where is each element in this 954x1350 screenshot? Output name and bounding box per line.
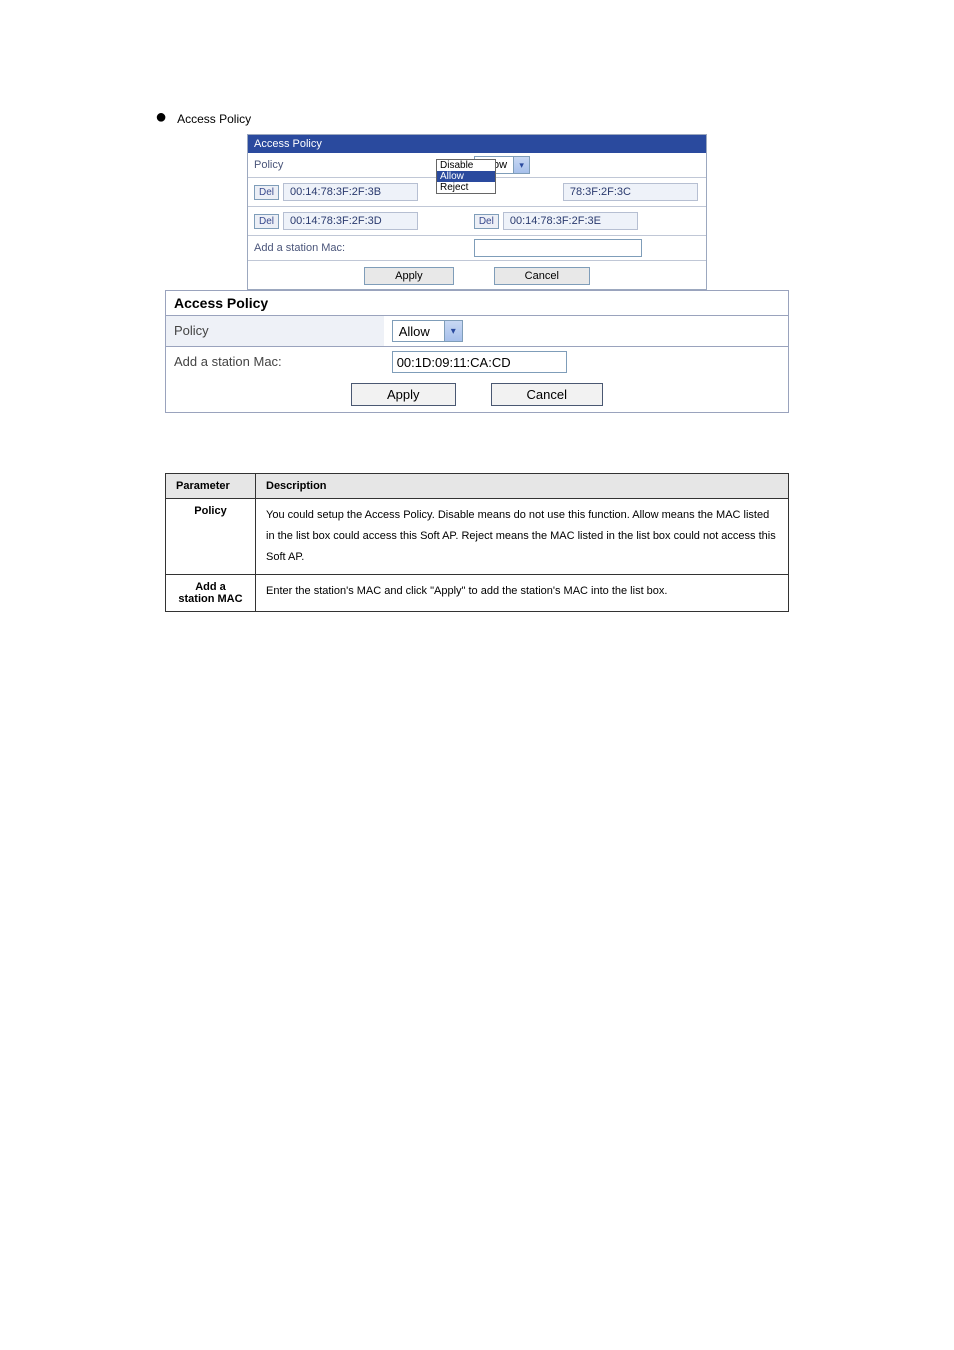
policy-option-reject[interactable]: Reject (437, 182, 495, 193)
desc-policy: You could setup the Access Policy. Disab… (256, 499, 789, 575)
del-button-3[interactable]: Del (254, 214, 279, 229)
del-button-1[interactable]: Del (254, 185, 279, 200)
cancel-button[interactable]: Cancel (494, 267, 590, 285)
apply-button[interactable]: Apply (364, 267, 454, 285)
panel-header: Access Policy (248, 135, 706, 153)
policy-option-disable[interactable]: Disable (437, 160, 495, 171)
access-policy-panel-1: Access Policy Policy Allow ▾ Disable All… (247, 134, 707, 290)
panel2-policy-select[interactable]: Allow ▾ (392, 320, 463, 342)
table-header-parameter: Parameter (166, 474, 256, 499)
panel2-add-label: Add a station Mac: (166, 347, 384, 377)
bullet-dot: ● (155, 110, 167, 124)
policy-label: Policy (248, 153, 468, 177)
table-row: Add a station MAC Enter the station's MA… (166, 574, 789, 611)
mac-entry-1: 00:14:78:3F:2F:3B (283, 183, 418, 201)
policy-dropdown-open[interactable]: Disable Allow Reject (436, 159, 496, 194)
mac-entry-3: 00:14:78:3F:2F:3D (283, 212, 418, 230)
panel2-apply-button[interactable]: Apply (351, 383, 456, 406)
panel2-policy-label: Policy (166, 316, 384, 346)
access-policy-panel-2: Access Policy Policy Allow ▾ Add a stati… (165, 290, 789, 413)
mac-entry-2: 78:3F:2F:3C (563, 183, 698, 201)
panel2-add-input[interactable] (392, 351, 567, 373)
table-row: Policy You could setup the Access Policy… (166, 499, 789, 575)
param-add-mac: Add a station MAC (166, 574, 256, 611)
del-button-4[interactable]: Del (474, 214, 499, 229)
panel2-header: Access Policy (166, 291, 788, 316)
description-table: Parameter Description Policy You could s… (165, 473, 789, 612)
table-header-description: Description (256, 474, 789, 499)
panel2-cancel-button[interactable]: Cancel (491, 383, 603, 406)
section-title: Access Policy (177, 110, 251, 126)
mac-entry-4: 00:14:78:3F:2F:3E (503, 212, 638, 230)
panel2-policy-value: Allow (393, 324, 444, 339)
chevron-down-icon: ▾ (513, 157, 529, 173)
chevron-down-icon: ▾ (444, 321, 462, 341)
add-station-input[interactable] (474, 239, 642, 257)
param-policy: Policy (166, 499, 256, 575)
desc-add-mac: Enter the station's MAC and click "Apply… (256, 574, 789, 611)
add-station-label: Add a station Mac: (248, 236, 468, 260)
policy-option-allow[interactable]: Allow (437, 171, 495, 182)
